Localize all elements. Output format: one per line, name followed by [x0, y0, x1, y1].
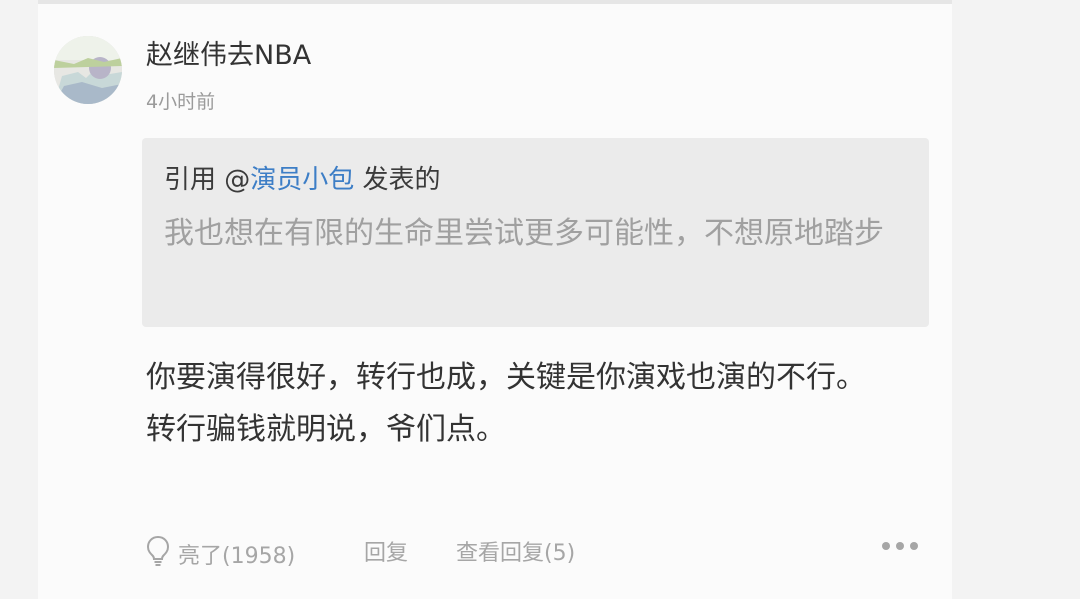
view-replies-button[interactable]: 查看回复(5) [456, 534, 575, 574]
quote-mention-link[interactable]: 演员小包 [250, 165, 354, 195]
timestamp: 4小时前 [146, 91, 216, 113]
like-label: 亮了(1958) [178, 544, 296, 569]
lightbulb-icon [146, 535, 170, 573]
comment-body: 你要演得很好，转行也成，关键是你演戏也演的不行。 转行骗钱就明说，爷们点。 [146, 352, 936, 456]
more-dots-icon[interactable] [882, 542, 918, 550]
top-divider [38, 0, 952, 4]
comment-body-line: 你要演得很好，转行也成，关键是你演戏也演的不行。 [146, 360, 866, 395]
quote-block: 引用 @演员小包 发表的 我也想在有限的生命里尝试更多可能性，不想原地踏步 [142, 138, 929, 327]
comment-body-line: 转行骗钱就明说，爷们点。 [146, 412, 506, 447]
like-button[interactable]: 亮了(1958) [146, 534, 295, 574]
dot [896, 542, 904, 550]
quote-suffix: 发表的 [354, 165, 441, 195]
action-bar: 亮了(1958) 回复 查看回复(5) [146, 534, 926, 574]
username[interactable]: 赵继伟去NBA [146, 40, 311, 72]
right-margin [952, 0, 1080, 599]
quote-header: 引用 @演员小包 发表的 [164, 164, 441, 196]
user-avatar[interactable] [54, 36, 122, 104]
quote-prefix: 引用 @ [164, 165, 251, 195]
dot [910, 542, 918, 550]
reply-button[interactable]: 回复 [364, 534, 408, 574]
dot [882, 542, 890, 550]
quote-text: 我也想在有限的生命里尝试更多可能性，不想原地踏步 [164, 216, 884, 251]
avatar-image [54, 36, 122, 104]
